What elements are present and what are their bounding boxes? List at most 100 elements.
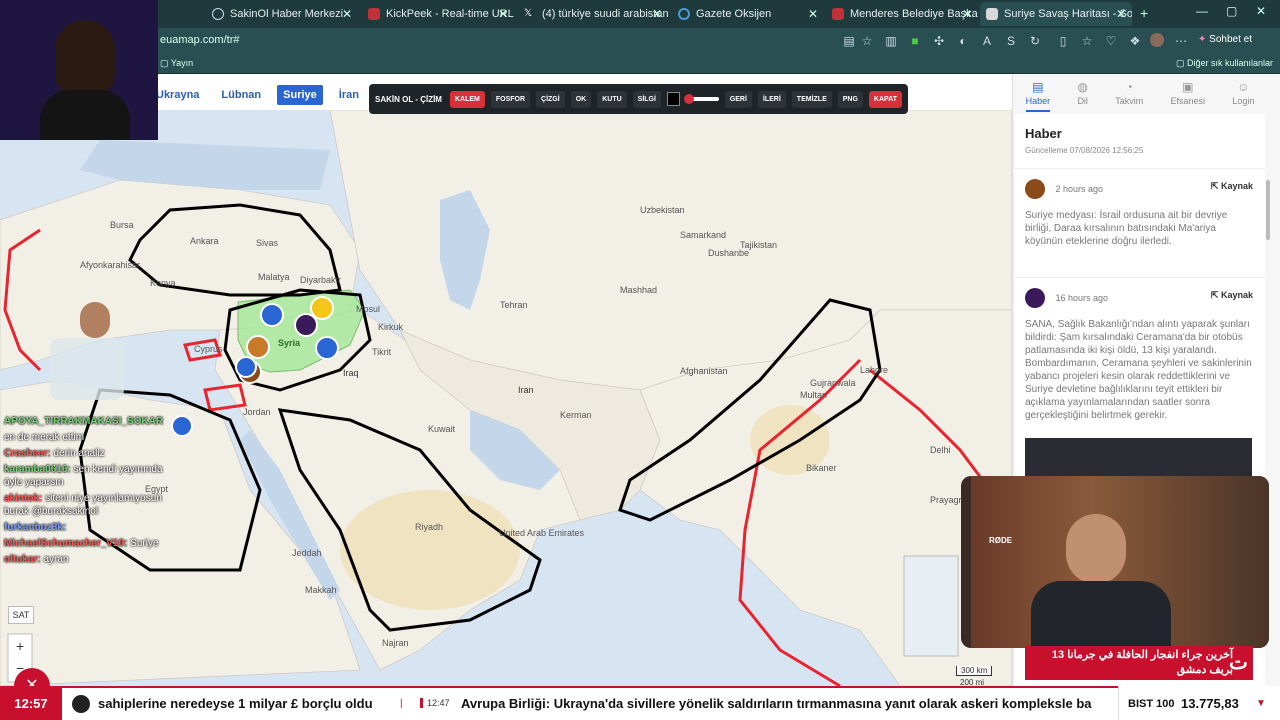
tab-1[interactable]: KickPeek - Real-time URL Crawler✕ xyxy=(362,2,514,26)
arrow-button[interactable]: OK xyxy=(570,90,592,108)
chat-button[interactable]: ✦ Sohbet et xyxy=(1198,34,1252,45)
map-label-jordan: Jordan xyxy=(243,407,271,417)
extension-icon[interactable]: ■ xyxy=(908,34,922,48)
news-time: 2 hours ago xyxy=(1055,184,1103,194)
close-icon[interactable]: ✕ xyxy=(1116,7,1126,21)
clear-button[interactable]: TEMİZLE xyxy=(791,90,832,108)
bookmark-other[interactable]: ▢ Diğer sık kullanılanlar xyxy=(1176,58,1273,69)
tab-title: Menderes Belediye Başkanı İlkay xyxy=(850,8,978,20)
tab-0[interactable]: SakinOl Haber Merkezi ✕ xyxy=(206,2,358,26)
news-text: Suriye medyası: İsrail ordusuna ait bir … xyxy=(1025,210,1228,247)
chat-text: en de merak ettim xyxy=(4,432,85,443)
nav-suriye[interactable]: Suriye xyxy=(277,85,323,105)
health-icon[interactable]: ♡ xyxy=(1104,34,1118,48)
tab-login[interactable]: ☺ Login xyxy=(1232,78,1254,112)
color-picker[interactable] xyxy=(666,92,680,106)
box-button[interactable]: KUTU xyxy=(597,90,627,108)
tab-efsanesi[interactable]: ▣ Efsanesi xyxy=(1171,78,1206,112)
map-label-cyprus: Cyprus xyxy=(194,344,223,354)
close-icon[interactable]: ✕ xyxy=(652,7,662,21)
pen-button[interactable]: KALEM xyxy=(449,90,485,108)
extension-icon[interactable]: ▥ xyxy=(884,34,898,48)
nav-ukrayna[interactable]: Ukrayna xyxy=(150,85,205,105)
reader-icon[interactable]: ▤ xyxy=(842,34,856,48)
source-link[interactable]: ⇱ Kaynak xyxy=(1211,181,1253,192)
tab-label: Login xyxy=(1232,96,1255,106)
presenter-cutout xyxy=(28,300,148,410)
presenter-head xyxy=(80,302,110,338)
more-icon[interactable]: ⋯ xyxy=(1174,34,1188,48)
map-label-riyadh: Riyadh xyxy=(415,522,444,532)
map-canvas[interactable] xyxy=(0,110,1012,686)
desert-rub-al-khali xyxy=(340,490,520,610)
news-item[interactable]: 16 hours ago ⇱ Kaynak SANA, Sağlık Bakan… xyxy=(1015,277,1265,432)
maximize-icon[interactable]: ▢ xyxy=(1226,4,1237,18)
bist-value: 13.775,83 xyxy=(1181,696,1239,711)
extension-icon[interactable]: S xyxy=(1004,34,1018,48)
tab-3[interactable]: Gazete Oksijen ✕ xyxy=(672,2,824,26)
map-area[interactable]: Syria Iraq Iran Jordan Egypt Afghanistan… xyxy=(0,110,1012,686)
line-button[interactable]: ÇİZGİ xyxy=(536,90,565,108)
tab-takvim[interactable]: ◔ Takvim xyxy=(1115,78,1143,112)
tab-2[interactable]: 𝕏 (4) türkiye suudi arabistan - Aram✕ xyxy=(518,2,668,26)
presenter-glass xyxy=(50,338,124,400)
chat-user: Crasheer: xyxy=(4,448,51,459)
chat-message: furkanboz3k: xyxy=(4,521,179,534)
map-label-kirkuk: Kirkuk xyxy=(378,322,404,332)
stroke-width-slider[interactable] xyxy=(683,94,719,104)
split-icon[interactable]: ▯ xyxy=(1056,34,1070,48)
map-label-uae: United Arab Emirates xyxy=(499,528,585,538)
map-label-malatya: Malatya xyxy=(258,272,290,282)
updated-timestamp: Güncelleme 07/08/2026 12:56:25 xyxy=(1025,146,1144,155)
close-icon[interactable]: ✕ xyxy=(808,7,818,21)
map-label-makkah: Makkah xyxy=(305,585,337,595)
chat-message: APOYA_TIRRAKMAKASI_SOKAR xyxy=(4,415,179,428)
new-tab-icon[interactable]: + xyxy=(1140,5,1148,21)
favorites-icon[interactable]: ☆ xyxy=(1080,34,1094,48)
nav-lubnan[interactable]: Lübnan xyxy=(215,85,267,105)
zoom-in-button[interactable]: + xyxy=(16,638,24,654)
map-label-konya: Konya xyxy=(150,278,176,288)
live-dot-icon xyxy=(72,695,90,713)
oksijen-icon xyxy=(678,8,690,20)
satellite-toggle[interactable]: SAT xyxy=(8,606,34,624)
bookmark-icon xyxy=(986,8,998,20)
profile-avatar[interactable] xyxy=(1150,33,1164,47)
tab-label: Haber xyxy=(1025,96,1051,106)
png-button[interactable]: PNG xyxy=(837,90,863,108)
extension-icon[interactable]: ✣ xyxy=(932,34,946,48)
map-label-diyarbakir: Diyarbakır xyxy=(300,275,342,285)
undo-button[interactable]: GERİ xyxy=(724,90,752,108)
nav-iran[interactable]: İran xyxy=(333,85,365,105)
extension-icon[interactable]: ◐ xyxy=(956,34,970,48)
tab-label: Dil xyxy=(1077,96,1088,106)
url-field[interactable]: euamap.com/tr# xyxy=(160,34,239,46)
close-icon[interactable]: ✕ xyxy=(498,7,508,21)
panel-title: Haber xyxy=(1025,126,1062,141)
bookmark-label: Yayın xyxy=(170,58,194,68)
eraser-button[interactable]: SİLGİ xyxy=(632,90,661,108)
chat-user: akintok: xyxy=(4,493,43,504)
close-icon[interactable]: ✕ xyxy=(342,7,352,21)
translate-icon[interactable]: A xyxy=(980,34,994,48)
streamer-head xyxy=(55,20,115,95)
close-icon[interactable]: ✕ xyxy=(962,7,972,21)
bookmark-yayin[interactable]: ▢ Yayın xyxy=(160,58,193,69)
chat-message: akintok: siteni niye yayınlamıyosun bura… xyxy=(4,492,179,518)
source-link[interactable]: ⇱ Kaynak xyxy=(1211,290,1253,301)
tab-haber[interactable]: ▤ Haber xyxy=(1025,78,1051,112)
copilot-icon[interactable]: ❖ xyxy=(1128,34,1142,48)
close-window-icon[interactable]: ✕ xyxy=(1256,4,1266,18)
scrollbar[interactable] xyxy=(1266,180,1270,240)
minimize-icon[interactable]: — xyxy=(1196,4,1208,18)
news-item[interactable]: 2 hours ago ⇱ Kaynak Suriye medyası: İsr… xyxy=(1015,168,1265,258)
tab-5[interactable]: Suriye Savaş Haritası - Son Dakik✕ xyxy=(980,2,1132,26)
news-icon xyxy=(832,8,844,20)
highlighter-button[interactable]: FOSFOR xyxy=(490,90,531,108)
star-icon[interactable]: ☆ xyxy=(860,34,874,48)
refresh-icon[interactable]: ↻ xyxy=(1028,34,1042,48)
tab-dil[interactable]: ◍ Dil xyxy=(1077,78,1088,112)
close-button[interactable]: KAPAT xyxy=(868,90,902,108)
tab-4[interactable]: Menderes Belediye Başkanı İlkay✕ xyxy=(826,2,978,26)
redo-button[interactable]: İLERİ xyxy=(757,90,786,108)
